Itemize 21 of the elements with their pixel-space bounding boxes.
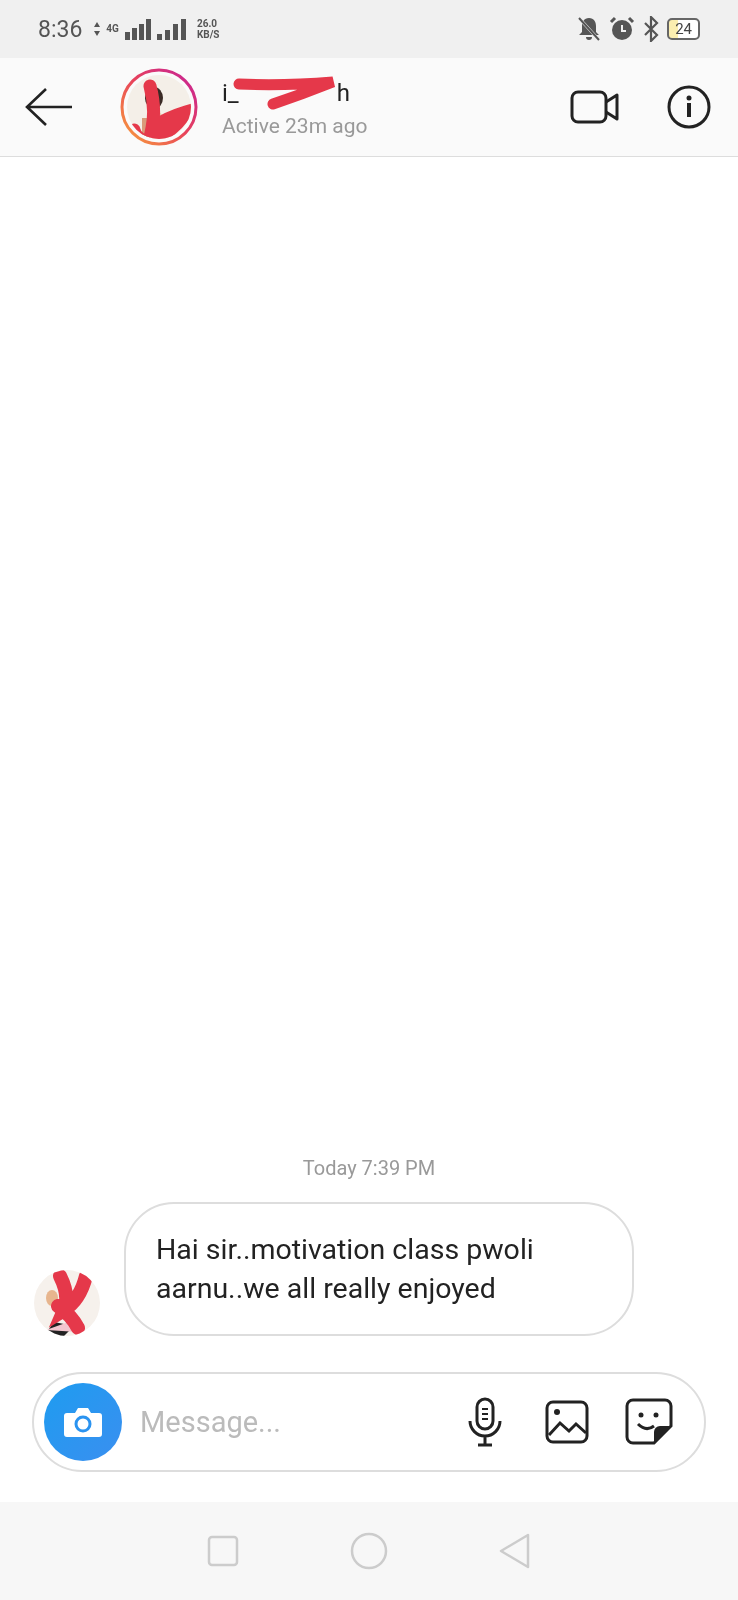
active-status: Active 23m ago <box>222 114 369 138</box>
username: h <box>336 79 350 107</box>
signal-icon <box>156 18 187 40</box>
camera-button[interactable] <box>44 1383 122 1461</box>
back-arrow-icon[interactable] <box>24 87 74 127</box>
clock: 8:36 <box>38 15 83 43</box>
alarm-icon <box>609 16 636 42</box>
network-type: 4G <box>106 24 119 34</box>
camera-icon <box>63 1405 103 1439</box>
username: i_ <box>222 79 239 107</box>
message-bubble: Hai sir..motivation class pwoli aarnu..we all really enjoyed <box>124 1202 634 1336</box>
message-timestamp: Today 7:39 PM <box>301 1156 437 1180</box>
muted-bell-icon <box>577 16 602 42</box>
bluetooth-icon <box>643 16 660 42</box>
battery-indicator: 24 <box>667 18 700 40</box>
data-arrows-icon <box>94 22 101 36</box>
signal-icon <box>124 18 151 40</box>
speed-value: 26.0 <box>196 18 219 29</box>
sticker-icon[interactable] <box>624 1397 674 1447</box>
speed-unit: KB/S <box>196 29 220 40</box>
message-field[interactable]: Message... <box>138 1404 444 1440</box>
